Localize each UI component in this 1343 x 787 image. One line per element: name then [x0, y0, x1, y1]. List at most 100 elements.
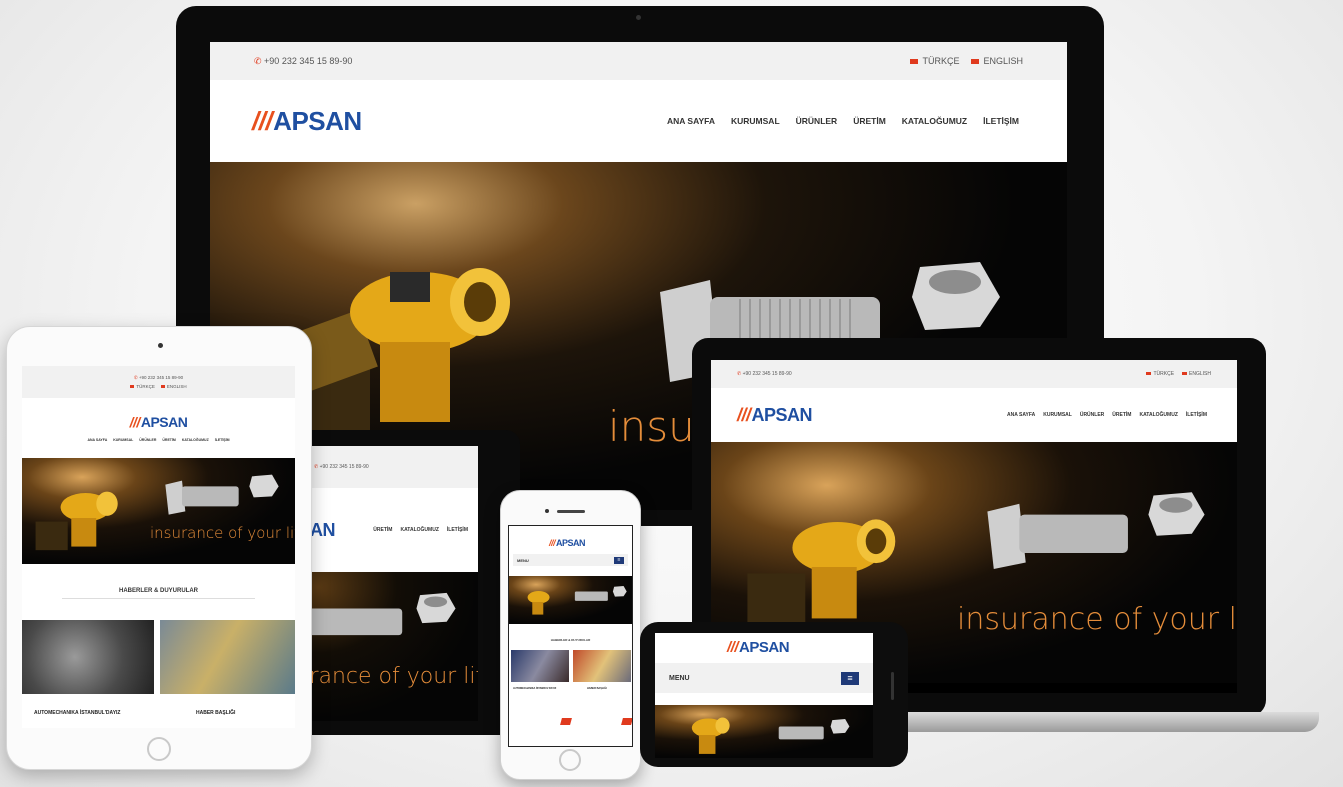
flag-en-icon: [1182, 372, 1188, 376]
phone-news-title-2[interactable]: HABER BAŞLIĞI: [587, 687, 607, 690]
desktop-logo[interactable]: ///APSAN: [252, 106, 362, 137]
laptop-bolt-image: [987, 492, 1205, 569]
nav-production[interactable]: ÜRETİM: [162, 438, 175, 442]
phone-header: ///APSAN MENU ≡: [509, 526, 632, 576]
flag-en-icon: [971, 59, 980, 65]
flag-en-icon: [160, 385, 165, 389]
phone2-menu-button[interactable]: ≡: [841, 671, 859, 685]
nav-production[interactable]: ÜRETİM: [853, 116, 886, 126]
tablet2-nav: ÜRETİM KATALOĞUMUZ İLETİŞİM: [373, 527, 468, 533]
tablet-camera: [158, 343, 163, 348]
nav-corporate[interactable]: KURUMSAL: [113, 438, 133, 442]
desktop-tagline: insu: [608, 402, 695, 451]
nav-products[interactable]: ÜRÜNLER: [796, 116, 838, 126]
tablet-tagline: insurance of your life: [150, 524, 295, 542]
lang-en-link[interactable]: ENGLISH: [971, 56, 1023, 66]
laptop-topbar: ✆ +90 232 345 15 89-90 TÜRKÇE ENGLISH: [711, 360, 1237, 388]
phone-menu-button[interactable]: ≡: [614, 556, 624, 564]
phone2-bolt-image: [778, 719, 850, 740]
nav-production[interactable]: ÜRETİM: [373, 527, 392, 533]
lang-en-link[interactable]: ENGLISH: [160, 384, 187, 389]
nav-home[interactable]: ANA SAYFA: [1007, 412, 1035, 418]
lang-tr-link[interactable]: TÜRKÇE: [1146, 371, 1174, 377]
laptop-nav: ANA SAYFA KURUMSAL ÜRÜNLER ÜRETİM KATALO…: [1007, 412, 1207, 418]
phone-logo[interactable]: ///APSAN: [549, 538, 586, 548]
tablet-news-heading: HABERLER & DUYURULAR: [119, 588, 198, 594]
nav-contact[interactable]: İLETİŞİM: [983, 116, 1019, 126]
laptop-logo[interactable]: ///APSAN: [737, 405, 813, 426]
desktop-nav: ANA SAYFA KURUMSAL ÜRÜNLER ÜRETİM KATALO…: [667, 116, 1019, 126]
nav-products[interactable]: ÜRÜNLER: [139, 438, 156, 442]
nav-contact[interactable]: İLETİŞİM: [447, 527, 468, 533]
tablet-news-section: HABERLER & DUYURULAR AUTOMECHANIKA İSTAN…: [22, 564, 295, 728]
tablet2-phone[interactable]: ✆ +90 232 345 15 89-90: [314, 464, 369, 470]
nav-catalog[interactable]: KATALOĞUMUZ: [400, 527, 438, 533]
phone-camera: [545, 509, 549, 513]
phone-news-more-1[interactable]: [560, 718, 572, 725]
desktop-phone[interactable]: ✆ +90 232 345 15 89-90: [254, 56, 352, 67]
nav-corporate[interactable]: KURUMSAL: [1043, 412, 1072, 418]
laptop-lang-switch: TÜRKÇE ENGLISH: [1146, 371, 1211, 377]
nav-contact[interactable]: İLETİŞİM: [215, 438, 230, 442]
nav-home[interactable]: ANA SAYFA: [667, 116, 715, 126]
nav-production[interactable]: ÜRETİM: [1112, 412, 1131, 418]
tablet-logo[interactable]: ///APSAN: [130, 414, 188, 430]
desktop-topbar: ✆ +90 232 345 15 89-90 TÜRKÇE ENGLISH: [210, 42, 1067, 80]
tablet-news-image-2[interactable]: [160, 620, 295, 694]
nav-catalog[interactable]: KATALOĞUMUZ: [182, 438, 209, 442]
phone-menu-label: MENU: [517, 557, 529, 563]
nav-home[interactable]: ANA SAYFA: [87, 438, 107, 442]
phone2-hero: [655, 705, 873, 758]
phone2-header: ///APSAN MENU ≡: [655, 633, 873, 705]
phone2-menu-bar: MENU ≡: [655, 663, 873, 693]
nav-catalog[interactable]: KATALOĞUMUZ: [1139, 412, 1177, 418]
tablet-bolt-image: [165, 474, 279, 515]
phone-menu-bar: MENU ≡: [513, 554, 628, 566]
lang-en-link[interactable]: ENGLISH: [1182, 371, 1211, 377]
phone-news-image-1[interactable]: [511, 650, 569, 682]
phone-home-button[interactable]: [559, 749, 581, 771]
phone2-logo[interactable]: ///APSAN: [727, 639, 790, 656]
laptop-robot-image: [747, 519, 896, 625]
phone-news-title-1[interactable]: AUTOMECHANIKA İSTANBUL'DAYIZ: [513, 687, 556, 690]
tablet-phone[interactable]: ✆ +90 232 345 15 89-90: [134, 375, 183, 381]
phone-landscape-screen: ///APSAN MENU ≡: [655, 633, 873, 758]
tablet-screen: ✆ +90 232 345 15 89-90 TÜRKÇE ENGLISH //…: [22, 366, 295, 728]
lang-tr-link[interactable]: TÜRKÇE: [130, 384, 155, 389]
tablet-news-title-2[interactable]: HABER BAŞLIĞI: [196, 710, 235, 716]
laptop-phone[interactable]: ✆ +90 232 345 15 89-90: [737, 371, 792, 377]
desktop-header: ///APSAN ANA SAYFA KURUMSAL ÜRÜNLER ÜRET…: [210, 80, 1067, 162]
phone-news-more-2[interactable]: [621, 718, 632, 725]
tablet-lang-switch: TÜRKÇE ENGLISH: [130, 384, 187, 389]
nav-catalog[interactable]: KATALOĞUMUZ: [902, 116, 967, 126]
tablet-news-divider: [62, 598, 255, 599]
tablet2-bolt-image: [300, 592, 456, 636]
tablet-landscape-screen: ✆ +90 232 345 15 89-90 AN ÜRETİM KATALOĞ…: [300, 446, 478, 721]
phone2-menu-label: MENU: [669, 674, 690, 682]
nav-products[interactable]: ÜRÜNLER: [1080, 412, 1104, 418]
phone-screen: ///APSAN MENU ≡ HABERLER & DUYURULAR AUT…: [508, 525, 633, 747]
phone-robot-image: [527, 591, 550, 615]
flag-tr-icon: [130, 385, 135, 389]
phone-icon: ✆: [254, 55, 265, 66]
tablet2-hero: insurance of your life: [300, 572, 478, 721]
tablet-home-button[interactable]: [147, 737, 171, 761]
flag-tr-icon: [1146, 372, 1152, 376]
tablet-hero: insurance of your life: [22, 458, 295, 564]
phone-news-section: HABERLER & DUYURULAR AUTOMECHANIKA İSTAN…: [509, 624, 632, 746]
tablet-robot-image: [35, 491, 118, 551]
tablet-news-image-1[interactable]: [22, 620, 154, 694]
flag-tr-icon: [910, 59, 919, 65]
tablet2-logo[interactable]: AN: [310, 520, 336, 541]
nav-corporate[interactable]: KURUMSAL: [731, 116, 780, 126]
nav-contact[interactable]: İLETİŞİM: [1186, 412, 1207, 418]
laptop-tagline: insurance of your life: [957, 602, 1237, 637]
tablet-news-title-1[interactable]: AUTOMECHANIKA İSTANBUL'DAYIZ: [34, 710, 120, 716]
tablet-header: ///APSAN ANA SAYFA KURUMSAL ÜRÜNLER ÜRET…: [22, 398, 295, 458]
desktop-camera: [636, 15, 641, 20]
phone2-robot-image: [691, 717, 730, 754]
tablet2-header: AN ÜRETİM KATALOĞUMUZ İLETİŞİM: [300, 488, 478, 572]
phone-news-heading: HABERLER & DUYURULAR: [550, 638, 591, 642]
phone-news-image-2[interactable]: [573, 650, 631, 682]
lang-tr-link[interactable]: TÜRKÇE: [910, 56, 959, 66]
